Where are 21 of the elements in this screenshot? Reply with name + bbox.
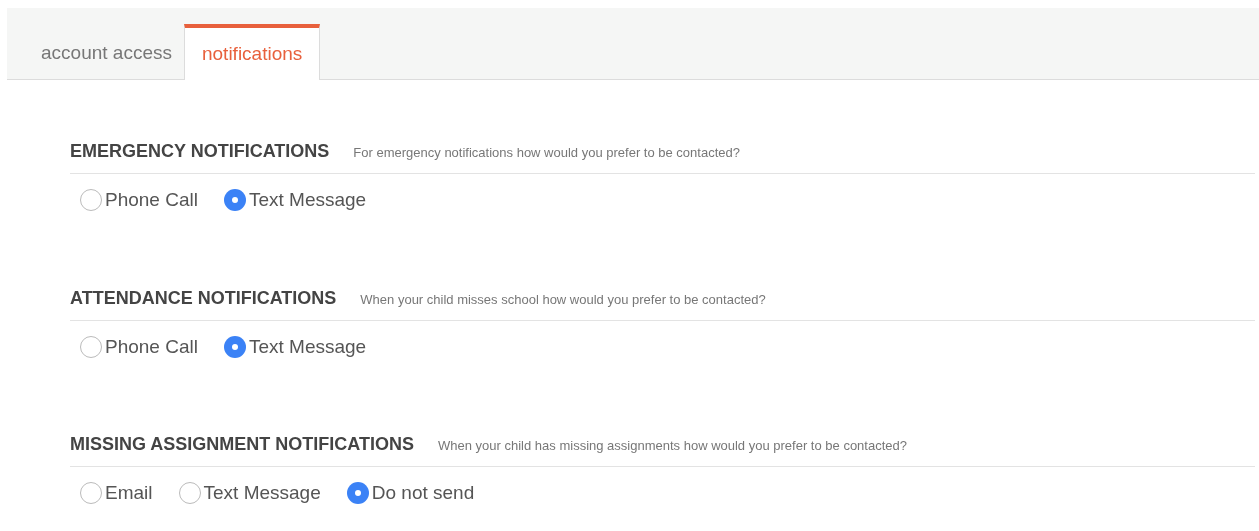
radio-button[interactable] [223,189,246,212]
radio-option[interactable]: Phone Call [80,186,198,215]
radio-option[interactable]: Text Message [223,332,367,361]
radio-button[interactable] [178,482,201,505]
radio-option[interactable]: Email [80,479,153,508]
section-prompt: When your child has missing assignments how would you prefer to be contacted? [438,437,907,455]
radio-option[interactable]: Do not send [346,479,475,508]
radio-button[interactable] [80,335,102,358]
section-title: ATTENDANCE NOTIFICATIONS [70,286,337,310]
radio-button[interactable] [223,335,246,358]
section-prompt: For emergency notifications how would you prefer to be contacted? [353,144,740,162]
tab[interactable]: account access [29,27,184,79]
radio-option[interactable]: Text Message [223,186,367,215]
radio-button[interactable] [346,482,369,505]
radio-button[interactable] [80,189,102,212]
radio-option[interactable]: Phone Call [80,332,198,361]
section-title: EMERGENCY NOTIFICATIONS [70,140,330,163]
radio-button[interactable] [80,482,102,505]
section-title: MISSING ASSIGNMENT NOTIFICATIONS [70,433,414,456]
section-prompt: When your child misses school how would you prefer to be contacted? [360,290,766,309]
radio-option[interactable]: Text Message [178,479,321,508]
